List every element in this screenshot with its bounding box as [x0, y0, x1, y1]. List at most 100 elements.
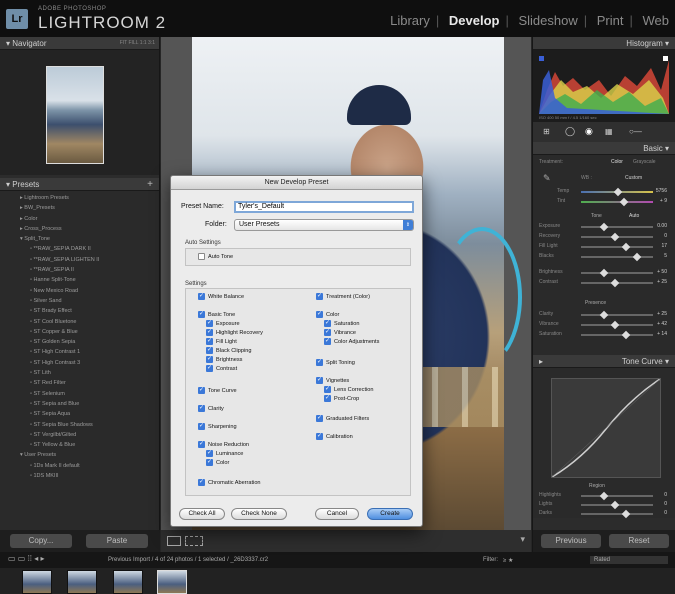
preset-item[interactable]: ▸ Lightroom Presets [0, 193, 159, 203]
rating-filter[interactable]: ≥ ★ [503, 557, 513, 564]
presence-slider[interactable] [581, 320, 653, 330]
tint-slider[interactable] [581, 197, 653, 207]
preset-item[interactable]: ▫ Silver Sand [0, 296, 159, 306]
tone-slider[interactable] [581, 242, 653, 252]
navigator-header[interactable]: ▾ Navigator FIT FILL 1:1 3:1 [0, 37, 159, 50]
navigator-zoom-options[interactable]: FIT FILL 1:1 3:1 [120, 37, 155, 50]
setting-checkbox[interactable]: ✓ Contrast [206, 365, 237, 373]
setting-checkbox[interactable]: ✓ Saturation [324, 320, 360, 328]
white-balance-picker-icon[interactable]: ✎ [543, 173, 551, 184]
auto-tone-checkbox[interactable]: ✓Auto Tone [198, 253, 233, 261]
check-none-button[interactable]: Check None [231, 508, 287, 520]
reset-button[interactable]: Reset [609, 534, 669, 548]
setting-checkbox[interactable]: ✓ Basic Tone [198, 311, 235, 319]
setting-checkbox[interactable]: ✓ Treatment (Color) [316, 293, 370, 301]
tone-curve-header[interactable]: ▸ Tone Curve ▾ [533, 355, 675, 368]
filmstrip-thumbnail-selected[interactable] [157, 570, 187, 594]
preset-item[interactable]: ▫ ST Red Filter [0, 378, 159, 388]
setting-checkbox[interactable]: ✓ Vignettes [316, 377, 349, 385]
tone-slider[interactable] [581, 232, 653, 242]
setting-checkbox[interactable]: ✓ Post-Crop [324, 395, 359, 403]
preset-item[interactable]: ▫ ST Lith [0, 368, 159, 378]
spot-removal-icon[interactable]: ◯ [565, 126, 575, 137]
previous-button[interactable]: Previous [541, 534, 601, 548]
preset-item[interactable]: ▫ 1Ds Mark II default [0, 461, 159, 471]
preset-item[interactable]: ▸ Color [0, 214, 159, 224]
preset-item[interactable]: ▫ **RAW_SEPIA LIGHTEN II [0, 255, 159, 265]
setting-checkbox[interactable]: ✓ Color Adjustments [324, 338, 379, 346]
setting-checkbox[interactable]: ✓ Fill Light [206, 338, 237, 346]
setting-checkbox[interactable]: ✓ Luminance [206, 450, 243, 458]
preset-item[interactable]: ▫ ST Brady Effect [0, 306, 159, 316]
filmstrip-thumbnail[interactable] [67, 570, 97, 594]
setting-checkbox[interactable]: ✓ Noise Reduction [198, 441, 249, 449]
setting-checkbox[interactable]: ✓ Graduated Filters [316, 415, 369, 423]
grid-view-icon[interactable]: ▭ ▭ ⁞⁞ ◂ ▸ [8, 554, 44, 563]
preset-item[interactable]: ▸ BW_Presets [0, 203, 159, 213]
add-preset-icon[interactable]: + [147, 178, 153, 191]
region-slider[interactable] [581, 491, 653, 501]
treatment-color[interactable]: Color [611, 159, 623, 165]
module-library[interactable]: Library [384, 13, 436, 28]
preset-name-input[interactable]: Tyler's_Default [234, 201, 414, 213]
preset-item[interactable]: ▫ ST High Contrast 1 [0, 347, 159, 357]
presence-slider[interactable] [581, 330, 653, 340]
setting-checkbox[interactable]: ✓ Brightness [206, 356, 242, 364]
setting-checkbox[interactable]: ✓ Sharpening [198, 423, 237, 431]
tone-curve-graph[interactable] [551, 378, 661, 478]
preset-item[interactable]: ▫ ST Sepia and Blue [0, 399, 159, 409]
setting-checkbox[interactable]: ✓ Black Clipping [206, 347, 251, 355]
setting-checkbox[interactable]: ✓ Tone Curve [198, 387, 237, 395]
preset-item[interactable]: ▫ ST High Contrast 3 [0, 358, 159, 368]
filmstrip-source-info[interactable]: Previous Import / 4 of 24 photos / 1 sel… [108, 557, 268, 563]
rated-dropdown[interactable]: Rated [590, 556, 668, 564]
folder-select[interactable]: User Presets ⇕ [234, 219, 414, 231]
treatment-grayscale[interactable]: Grayscale [633, 159, 656, 165]
filmstrip-thumbnail[interactable] [22, 570, 52, 594]
tone-slider[interactable] [581, 252, 653, 262]
preset-item[interactable]: ▫ ST Yellow & Blue [0, 440, 159, 450]
preset-item[interactable]: ▫ ST Selenium [0, 389, 159, 399]
setting-checkbox[interactable]: ✓ Vibrance [324, 329, 356, 337]
preset-item[interactable]: ▫ ST Copper & Blue [0, 327, 159, 337]
setting-checkbox[interactable]: ✓ Color [206, 459, 229, 467]
crop-tool-icon[interactable]: ⊞ [543, 127, 550, 136]
adjustment-brush-icon[interactable]: ○— [629, 127, 642, 136]
region-slider[interactable] [581, 509, 653, 519]
preset-item[interactable]: ▫ New Mexico Road [0, 286, 159, 296]
preset-item[interactable]: ▾ Split_Tone [0, 234, 159, 244]
setting-checkbox[interactable]: ✓ Lens Correction [324, 386, 374, 394]
preset-item[interactable]: ▫ ST Vergilbt/Gilted [0, 430, 159, 440]
create-button[interactable]: Create [367, 508, 413, 520]
navigator-preview[interactable] [46, 66, 104, 164]
auto-tone-link[interactable]: Auto [629, 213, 639, 219]
preset-item[interactable]: ▸ Cross_Process [0, 224, 159, 234]
preset-item[interactable]: ▫ ST Cool Bluetone [0, 317, 159, 327]
filmstrip-thumbnail[interactable] [113, 570, 143, 594]
setting-checkbox[interactable]: ✓ Exposure [206, 320, 240, 328]
presence-slider[interactable] [581, 310, 653, 320]
copy-button[interactable]: Copy... [10, 534, 72, 548]
module-slideshow[interactable]: Slideshow [512, 13, 583, 28]
preset-item[interactable]: ▫ 1DS MKIII [0, 471, 159, 481]
preset-item[interactable]: ▫ Hanne Split-Tone [0, 275, 159, 285]
tone-slider[interactable] [581, 268, 653, 278]
setting-checkbox[interactable]: ✓ Calibration [316, 433, 353, 441]
paste-button[interactable]: Paste [86, 534, 148, 548]
region-slider[interactable] [581, 500, 653, 510]
setting-checkbox[interactable]: ✓ White Balance [198, 293, 244, 301]
preset-item[interactable]: ▫ ST Sepia Blue Shadows [0, 420, 159, 430]
preset-item[interactable]: ▫ **RAW_SEPIA DARK II [0, 244, 159, 254]
preset-item[interactable]: ▾ User Presets [0, 450, 159, 460]
setting-checkbox[interactable]: ✓ Split Toning [316, 359, 355, 367]
tone-slider[interactable] [581, 278, 653, 288]
cancel-button[interactable]: Cancel [315, 508, 359, 520]
before-after-icon[interactable] [185, 536, 203, 546]
check-all-button[interactable]: Check All [179, 508, 225, 520]
module-develop[interactable]: Develop [443, 13, 506, 28]
loupe-view-icon[interactable] [167, 536, 181, 546]
tone-slider[interactable] [581, 222, 653, 232]
temp-slider[interactable] [581, 187, 653, 197]
wb-value[interactable]: Custom [625, 175, 642, 181]
module-print[interactable]: Print [591, 13, 630, 28]
